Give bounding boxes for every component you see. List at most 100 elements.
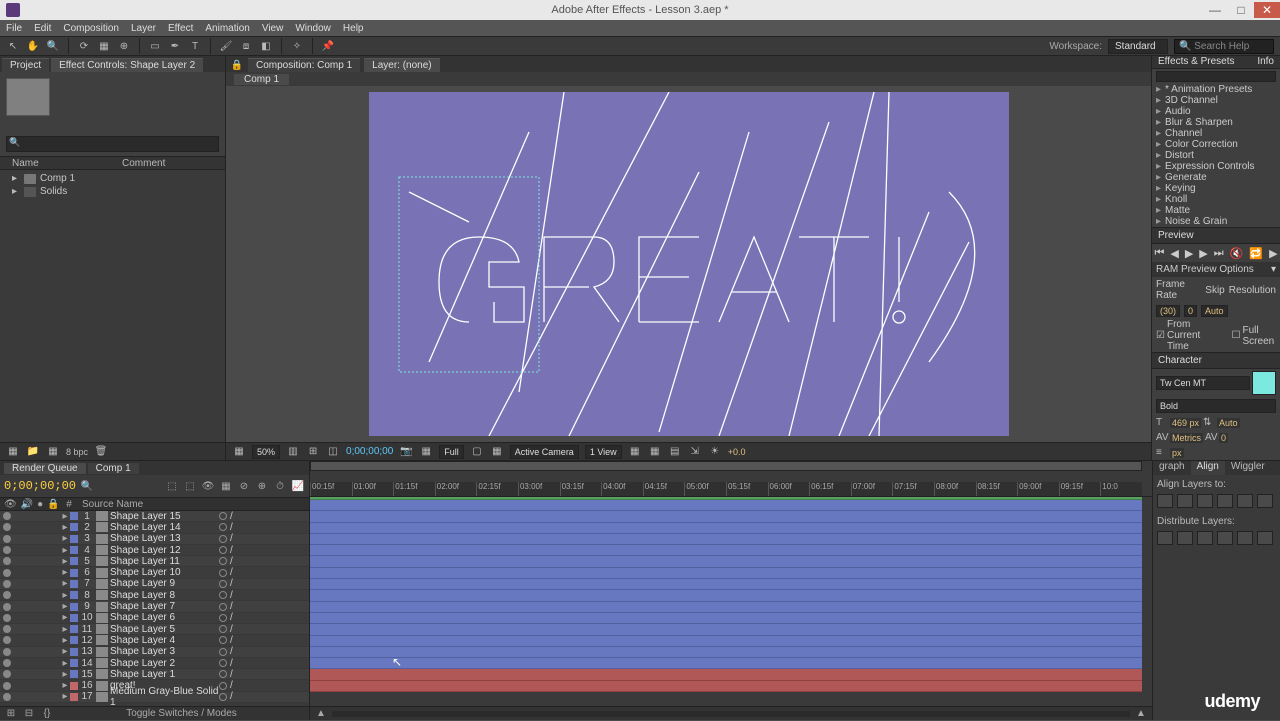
transparency-icon[interactable]: ▦: [490, 445, 504, 459]
resolution-dropdown[interactable]: Full: [439, 445, 464, 459]
brush-tool-icon[interactable]: 🖌: [219, 39, 233, 53]
tab-preview[interactable]: Preview: [1158, 230, 1194, 241]
zoom-slider[interactable]: [332, 711, 1130, 717]
play-button[interactable]: ▶: [1185, 247, 1193, 260]
layer-track[interactable]: [310, 579, 1142, 590]
layer-track[interactable]: [310, 500, 1142, 511]
tab-project[interactable]: Project: [2, 58, 49, 72]
close-button[interactable]: ✕: [1254, 2, 1280, 18]
align-left-button[interactable]: [1157, 494, 1173, 508]
grid-icon[interactable]: ⊞: [306, 445, 320, 459]
toggle-in-out-icon[interactable]: {}: [40, 707, 54, 721]
layer-track[interactable]: [310, 545, 1142, 556]
bpc-label[interactable]: 8 bpc: [66, 447, 88, 457]
rectangle-tool-icon[interactable]: ▭: [148, 39, 162, 53]
tab-composition[interactable]: Composition: Comp 1: [248, 58, 360, 72]
video-col-icon[interactable]: 👁: [4, 499, 17, 510]
layer-track[interactable]: [310, 556, 1142, 567]
roi-icon[interactable]: ▢: [470, 445, 484, 459]
prev-frame-button[interactable]: ◀: [1170, 247, 1178, 260]
col-number[interactable]: #: [60, 499, 78, 510]
resolution-icon[interactable]: ▥: [286, 445, 300, 459]
layer-track[interactable]: [310, 568, 1142, 579]
effects-category[interactable]: ▸Generate: [1152, 172, 1280, 183]
tab-render-queue[interactable]: Render Queue: [4, 463, 86, 474]
layer-track[interactable]: [310, 590, 1142, 601]
col-name[interactable]: Name: [12, 158, 122, 169]
layer-track[interactable]: [310, 658, 1142, 669]
tab-layer[interactable]: Layer: (none): [364, 58, 439, 72]
ram-preview-button[interactable]: ▶: [1269, 247, 1277, 260]
menu-layer[interactable]: Layer: [131, 23, 156, 34]
layer-row[interactable]: ▸15Shape Layer 1/: [0, 669, 309, 680]
align-bottom-button[interactable]: [1257, 494, 1273, 508]
project-search-input[interactable]: [6, 136, 219, 152]
effects-category[interactable]: ▸Noise & Grain: [1152, 216, 1280, 227]
layer-track[interactable]: [310, 523, 1142, 534]
auto-key-icon[interactable]: ⏱: [273, 479, 287, 493]
solo-col-icon[interactable]: ●: [37, 499, 43, 510]
tab-effect-controls[interactable]: Effect Controls: Shape Layer 2: [51, 58, 203, 72]
pan-behind-tool-icon[interactable]: ⊕: [117, 39, 131, 53]
brainstorm-icon[interactable]: ⊕: [255, 479, 269, 493]
layer-row[interactable]: ▸17Medium Gray-Blue Solid 1/: [0, 692, 309, 703]
canvas[interactable]: [369, 92, 1009, 436]
resolution-input[interactable]: Auto: [1201, 305, 1228, 317]
skip-input[interactable]: 0: [1184, 305, 1197, 317]
effects-category[interactable]: ▸3D Channel: [1152, 95, 1280, 106]
layer-row[interactable]: ▸10Shape Layer 6/: [0, 613, 309, 624]
menu-composition[interactable]: Composition: [63, 23, 119, 34]
graph-editor-icon[interactable]: 📈: [291, 479, 305, 493]
tab-effects-presets[interactable]: Effects & Presets: [1158, 56, 1235, 67]
align-hcenter-button[interactable]: [1177, 494, 1193, 508]
time-ruler[interactable]: 00:15f01:00f01:15f02:00f02:15f03:00f03:1…: [310, 482, 1142, 496]
always-preview-icon[interactable]: ▦: [232, 445, 246, 459]
col-source-name[interactable]: Source Name: [78, 499, 219, 510]
search-help-input[interactable]: 🔍 Search Help: [1174, 39, 1274, 54]
motion-blur-icon[interactable]: ⊘: [237, 479, 251, 493]
comp-breadcrumb[interactable]: Comp 1: [234, 74, 289, 85]
tab-align[interactable]: Align: [1191, 461, 1225, 475]
layer-row[interactable]: ▸8Shape Layer 8/: [0, 590, 309, 601]
layer-row[interactable]: ▸5Shape Layer 11/: [0, 556, 309, 567]
effects-category[interactable]: ▸Expression Controls: [1152, 161, 1280, 172]
effects-category[interactable]: ▸Channel: [1152, 128, 1280, 139]
timeline-timecode[interactable]: 0;00;00;00: [4, 479, 76, 493]
roto-tool-icon[interactable]: ✧: [290, 39, 304, 53]
camera-dropdown[interactable]: Active Camera: [510, 445, 579, 459]
minimize-button[interactable]: —: [1202, 2, 1228, 18]
fill-color-swatch[interactable]: [1252, 371, 1276, 395]
lock-icon[interactable]: 🔒: [230, 58, 244, 72]
tracking-input[interactable]: 0: [1219, 433, 1228, 443]
hide-shy-icon[interactable]: 👁: [201, 479, 215, 493]
menu-edit[interactable]: Edit: [34, 23, 51, 34]
stroke-input[interactable]: px: [1170, 448, 1184, 458]
layer-track[interactable]: [310, 613, 1142, 624]
snapshot-icon[interactable]: 📷: [399, 445, 413, 459]
col-comment[interactable]: Comment: [122, 158, 165, 169]
tab-paragraph[interactable]: graph: [1153, 461, 1191, 475]
menu-help[interactable]: Help: [343, 23, 364, 34]
menu-animation[interactable]: Animation: [205, 23, 249, 34]
fast-preview-icon[interactable]: ▦: [648, 445, 662, 459]
effects-list[interactable]: ▸* Animation Presets▸3D Channel▸Audio▸Bl…: [1152, 84, 1280, 227]
chevron-down-icon[interactable]: ▾: [1271, 264, 1276, 275]
maximize-button[interactable]: □: [1228, 2, 1254, 18]
align-right-button[interactable]: [1197, 494, 1213, 508]
layer-list[interactable]: ▸1Shape Layer 15/▸2Shape Layer 14/▸3Shap…: [0, 511, 309, 706]
track-area[interactable]: ↖: [310, 497, 1152, 706]
chevron-down-icon[interactable]: ▸: [12, 173, 20, 184]
views-dropdown[interactable]: 1 View: [585, 445, 622, 459]
layer-track[interactable]: [310, 511, 1142, 522]
tab-wiggler[interactable]: Wiggler: [1225, 461, 1271, 475]
leading-input[interactable]: Auto: [1217, 418, 1240, 428]
mute-button[interactable]: 🔇: [1230, 247, 1244, 260]
effects-category[interactable]: ▸Distort: [1152, 150, 1280, 161]
channel-icon[interactable]: ▦: [419, 445, 433, 459]
tab-timeline-comp[interactable]: Comp 1: [88, 463, 139, 474]
mask-icon[interactable]: ◫: [326, 445, 340, 459]
pixel-aspect-icon[interactable]: ▦: [628, 445, 642, 459]
align-top-button[interactable]: [1217, 494, 1233, 508]
project-item-label[interactable]: Comp 1: [40, 173, 75, 184]
text-tool-icon[interactable]: T: [188, 39, 202, 53]
